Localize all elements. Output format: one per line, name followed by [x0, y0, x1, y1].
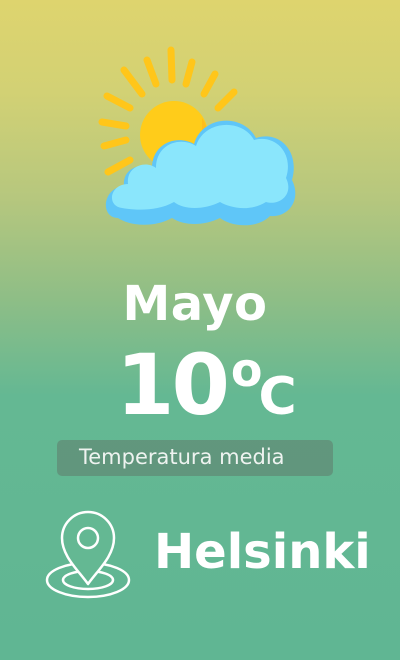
degree-symbol: o	[230, 343, 263, 397]
location-pin-icon	[45, 510, 131, 599]
month-label: Mayo	[122, 276, 268, 332]
cloud	[105, 120, 296, 226]
temperature-value: 10	[116, 336, 230, 434]
temperature-caption-badge: Temperatura media	[57, 440, 333, 476]
temperature-caption: Temperatura media	[79, 445, 285, 469]
city-name: Helsinki	[154, 524, 371, 580]
temperature-unit: C	[258, 367, 297, 427]
sun-behind-cloud-icon	[98, 46, 296, 226]
temperature-reading: 10oC	[116, 336, 297, 434]
